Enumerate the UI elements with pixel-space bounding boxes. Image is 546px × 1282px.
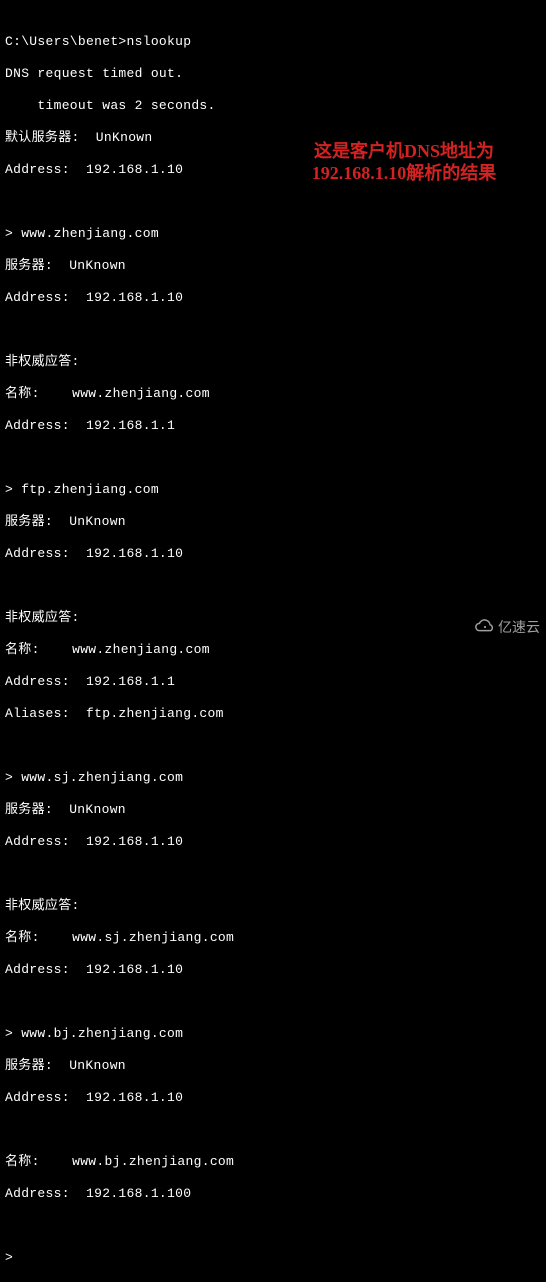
annotation-line: 这是客户机DNS地址为: [272, 140, 536, 162]
watermark-text: 亿速云: [498, 619, 540, 635]
terminal-line: [5, 1218, 360, 1234]
annotation-line: 192.168.1.10解析的结果: [272, 162, 536, 184]
terminal-line: Address: 192.168.1.1: [5, 674, 360, 690]
terminal-output: C:\Users\benet>nslookup DNS request time…: [0, 0, 360, 1282]
terminal-line: Address: 192.168.1.1: [5, 418, 360, 434]
terminal-line: [5, 450, 360, 466]
terminal-line: > www.bj.zhenjiang.com: [5, 1026, 360, 1042]
terminal-line: 名称: www.sj.zhenjiang.com: [5, 930, 360, 946]
terminal-line: [5, 322, 360, 338]
terminal-line: 服务器: UnKnown: [5, 258, 360, 274]
terminal-line: [5, 578, 360, 594]
terminal-line: Address: 192.168.1.100: [5, 1186, 360, 1202]
terminal-line: Address: 192.168.1.10: [5, 546, 360, 562]
terminal-line: Address: 192.168.1.10: [5, 1090, 360, 1106]
terminal-line: 名称: www.zhenjiang.com: [5, 386, 360, 402]
terminal-prompt[interactable]: >: [5, 1250, 360, 1266]
watermark: 亿速云: [474, 616, 540, 638]
terminal-line: Address: 192.168.1.10: [5, 290, 360, 306]
terminal-line: [5, 994, 360, 1010]
cloud-icon: [474, 616, 496, 638]
terminal-line: DNS request timed out.: [5, 66, 360, 82]
terminal-line: timeout was 2 seconds.: [5, 98, 360, 114]
terminal-line: 名称: www.zhenjiang.com: [5, 642, 360, 658]
terminal-line: [5, 738, 360, 754]
terminal-line: Address: 192.168.1.10: [5, 834, 360, 850]
terminal-line: 服务器: UnKnown: [5, 1058, 360, 1074]
terminal-line: 名称: www.bj.zhenjiang.com: [5, 1154, 360, 1170]
terminal-line: > ftp.zhenjiang.com: [5, 482, 360, 498]
annotation-text: 这是客户机DNS地址为 192.168.1.10解析的结果: [272, 140, 536, 184]
terminal-line: Aliases: ftp.zhenjiang.com: [5, 706, 360, 722]
terminal-line: C:\Users\benet>nslookup: [5, 34, 360, 50]
terminal-line: 非权威应答:: [5, 354, 360, 370]
terminal-line: 服务器: UnKnown: [5, 802, 360, 818]
terminal-line: [5, 866, 360, 882]
terminal-line: 服务器: UnKnown: [5, 514, 360, 530]
terminal-line: 非权威应答:: [5, 898, 360, 914]
terminal-line: [5, 1122, 360, 1138]
terminal-line: [5, 194, 360, 210]
terminal-line: 非权威应答:: [5, 610, 360, 626]
terminal-line: Address: 192.168.1.10: [5, 962, 360, 978]
terminal-line: > www.zhenjiang.com: [5, 226, 360, 242]
terminal-line: > www.sj.zhenjiang.com: [5, 770, 360, 786]
